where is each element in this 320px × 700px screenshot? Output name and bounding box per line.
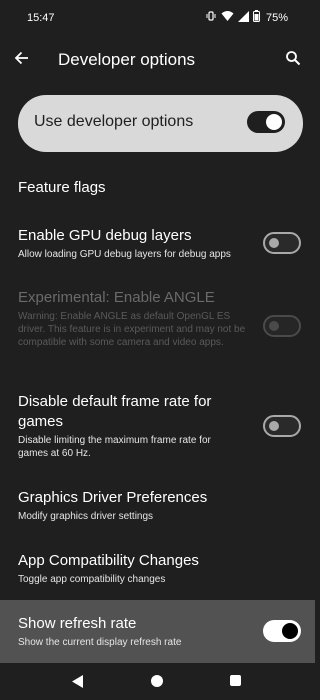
switch-knob: [269, 421, 279, 431]
use-developer-options-card[interactable]: Use developer options: [18, 95, 303, 152]
search-icon: [285, 50, 301, 71]
setting-summary: Show the current display refresh rate: [18, 637, 182, 648]
setting-graphics-driver-preferences[interactable]: Graphics Driver Preferences Modify graph…: [0, 480, 315, 534]
setting-summary: Disable limiting the maximum frame rate …: [18, 435, 211, 459]
nav-recents-icon[interactable]: [230, 675, 241, 686]
status-bar: 15:47 75%: [0, 0, 315, 38]
setting-app-compatibility-changes[interactable]: App Compatibility Changes Toggle app com…: [0, 543, 315, 597]
setting-title: App Compatibility Changes: [18, 552, 199, 569]
switch-knob: [266, 114, 282, 130]
section-header-feature-flags: Feature flags: [18, 179, 106, 196]
arrow-left-icon: [14, 50, 30, 71]
setting-summary: Allow loading GPU debug layers for debug…: [18, 249, 231, 260]
setting-title: Show refresh rate: [18, 615, 137, 632]
switch-knob: [282, 623, 298, 639]
search-button[interactable]: [281, 48, 305, 72]
setting-title: Experimental: Enable ANGLE: [18, 289, 215, 306]
use-developer-options-switch[interactable]: [247, 111, 285, 133]
switch-knob: [269, 238, 279, 248]
setting-summary: Toggle app compatibility changes: [18, 574, 166, 585]
vibrate-icon: [205, 9, 217, 27]
signal-icon: [237, 9, 249, 27]
use-developer-options-label: Use developer options: [34, 113, 194, 130]
back-button[interactable]: [10, 48, 34, 72]
navigation-bar: [0, 663, 315, 700]
nav-home-icon[interactable]: [151, 675, 163, 687]
setting-title: Enable GPU debug layers: [18, 227, 192, 244]
gpu-debug-layers-switch[interactable]: [263, 232, 301, 254]
setting-experimental-enable-angle: Experimental: Enable ANGLE Warning: Enab…: [0, 282, 315, 372]
show-refresh-rate-switch[interactable]: [263, 620, 301, 642]
setting-summary: Warning: Enable ANGLE as default OpenGL …: [18, 311, 246, 348]
setting-show-refresh-rate[interactable]: Show refresh rate Show the current displ…: [0, 600, 315, 663]
app-bar: Developer options: [0, 38, 315, 84]
setting-summary: Modify graphics driver settings: [18, 511, 154, 522]
disable-frame-rate-switch[interactable]: [263, 415, 301, 437]
page-title: Developer options: [58, 50, 196, 69]
setting-title: Graphics Driver Preferences: [18, 489, 208, 506]
setting-enable-gpu-debug-layers[interactable]: Enable GPU debug layers Allow loading GP…: [0, 218, 315, 272]
setting-disable-default-frame-rate[interactable]: Disable default frame rate for games Dis…: [0, 384, 315, 466]
enable-angle-switch: [263, 315, 301, 337]
nav-back-icon[interactable]: [72, 675, 84, 693]
wifi-icon: [221, 9, 234, 27]
setting-title: Disable default frame rate for games: [18, 393, 212, 430]
battery-percent: 75%: [265, 12, 288, 24]
switch-knob: [269, 321, 279, 331]
status-time: 15:47: [27, 12, 55, 24]
battery-icon: [252, 9, 260, 27]
status-icons: 75%: [205, 9, 288, 27]
